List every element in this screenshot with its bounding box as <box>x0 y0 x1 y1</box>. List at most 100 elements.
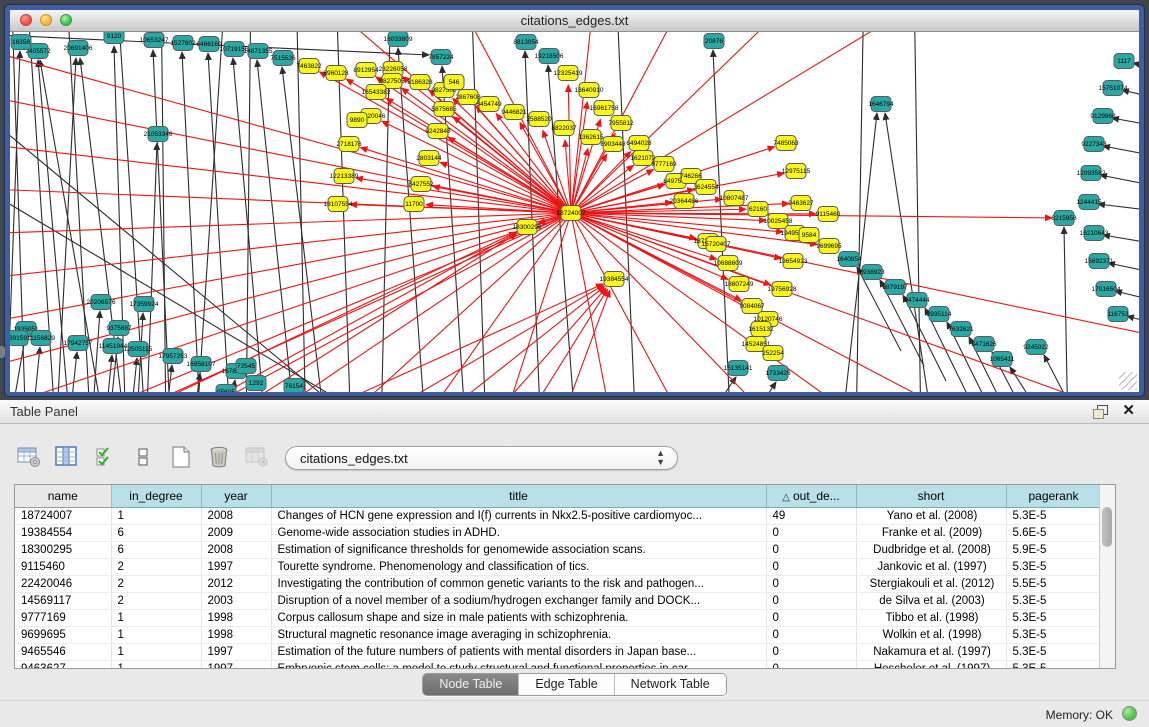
table-cell[interactable]: 5.3E-5 <box>1006 593 1101 610</box>
table-cell[interactable]: 5.3E-5 <box>1006 661 1101 670</box>
graph-node-yellow[interactable]: 20364486 <box>670 194 699 209</box>
graph-node-teal[interactable]: 1065411 <box>990 352 1015 367</box>
table-cell[interactable]: Corpus callosum shape and size in male p… <box>271 610 766 627</box>
table-cell[interactable]: de Silva et al. (2003) <box>856 593 1006 610</box>
edge[interactable] <box>476 288 606 392</box>
graph-node-yellow[interactable]: 9242848 <box>425 124 451 139</box>
graph-node-teal[interactable]: 20691406 <box>64 41 93 56</box>
edge[interactable] <box>713 50 731 392</box>
edge[interactable] <box>226 213 571 392</box>
column-header-pagerank[interactable]: pagerank <box>1006 485 1101 508</box>
table-cell[interactable]: 19384554 <box>15 525 111 542</box>
network-window[interactable]: citations_edges.txt 18724007746382289601… <box>5 5 1144 396</box>
graph-node-teal[interactable]: 1117 <box>1114 54 1134 69</box>
graph-node-yellow[interactable]: 7463822 <box>296 59 322 74</box>
edge[interactable] <box>571 102 587 213</box>
edge[interactable] <box>196 32 226 392</box>
edge[interactable] <box>1010 367 1054 392</box>
table-cell[interactable]: Genome-wide association studies in ADHD. <box>271 525 766 542</box>
graph-node-teal[interactable]: 72545 <box>236 359 256 374</box>
table-row[interactable]: 946554611997Estimation of the future num… <box>15 644 1101 661</box>
graph-node-yellow[interactable]: 8960128 <box>323 66 349 81</box>
edge[interactable] <box>398 48 426 392</box>
graph-node-yellow[interactable]: 12213389 <box>330 169 359 184</box>
table-cell[interactable]: Structural magnetic resonance image aver… <box>271 627 766 644</box>
graph-node-yellow[interactable]: 8912954 <box>353 63 379 78</box>
node-table-grid[interactable]: namein_degreeyeartitle△out_de...shortpag… <box>15 485 1102 669</box>
column-header-in_degree[interactable]: in_degree <box>111 485 201 508</box>
table-cell[interactable]: Estimation of the future numbers of pati… <box>271 644 766 661</box>
table-cell[interactable]: 1997 <box>201 644 271 661</box>
graph-node-yellow[interactable]: 2718176 <box>336 137 362 152</box>
table-cell[interactable]: 1 <box>111 610 201 627</box>
edge[interactable] <box>257 60 296 392</box>
tab-edge-table[interactable]: Edge Table <box>519 674 614 695</box>
table-row[interactable]: 1456911722003Disruption of a novel membe… <box>15 593 1101 610</box>
edge[interactable] <box>1098 204 1139 211</box>
table-cell[interactable]: 2003 <box>201 593 271 610</box>
graph-node-teal[interactable]: 6879197 <box>882 280 908 295</box>
table-cell[interactable]: 14569117 <box>15 593 111 610</box>
table-cell[interactable]: Stergiakouli et al. (2012) <box>856 576 1006 593</box>
table-cell[interactable]: 5.3E-5 <box>1006 627 1101 644</box>
graph-node-yellow[interactable]: 18807249 <box>725 277 754 292</box>
node-table[interactable]: namein_degreeyeartitle△out_de...shortpag… <box>14 484 1116 669</box>
graph-node-yellow[interactable]: 19756928 <box>768 282 797 297</box>
table-cell[interactable]: 1998 <box>201 627 271 644</box>
graph-node-teal[interactable]: 7632621 <box>948 322 974 337</box>
graph-node-teal[interactable]: 9129968 <box>1090 109 1116 124</box>
graph-node-yellow[interactable]: 2588520 <box>526 112 552 127</box>
graph-node-teal[interactable]: 1646794 <box>868 97 894 112</box>
table-cell[interactable]: Tourette syndrome. Phenomenology and cla… <box>271 559 766 576</box>
table-row[interactable]: 1830029562008Estimation of significance … <box>15 542 1101 559</box>
graph-node-teal[interactable]: 9120 <box>104 32 124 44</box>
table-cell[interactable]: 1997 <box>201 661 271 670</box>
table-cell[interactable]: 9699695 <box>15 627 111 644</box>
delete-table-icon[interactable] <box>206 444 232 470</box>
graph-node-yellow[interactable]: 10807487 <box>720 191 749 206</box>
graph-node-teal[interactable]: 9245022 <box>1023 340 1049 355</box>
graph-node-teal[interactable]: 15692371 <box>1085 254 1114 269</box>
graph-node-yellow[interactable]: 9115460 <box>816 207 841 222</box>
new-table-icon[interactable] <box>168 444 194 470</box>
edge[interactable] <box>1103 146 1139 156</box>
graph-node-yellow[interactable]: 8903448 <box>600 137 626 152</box>
table-row[interactable]: 977716911998Corpus callosum shape and si… <box>15 610 1101 627</box>
column-header-name[interactable]: name <box>15 485 111 508</box>
table-cell[interactable]: 5.3E-5 <box>1006 644 1101 661</box>
graph-node-teal[interactable]: 1244415 <box>1076 195 1102 210</box>
graph-node-yellow[interactable]: 18640910 <box>575 83 604 98</box>
graph-node-yellow[interactable]: 8454749 <box>476 97 502 112</box>
table-cell[interactable]: Nakamura et al. (1997) <box>856 644 1006 661</box>
graph-node-yellow[interactable]: 9777169 <box>651 157 677 172</box>
edge[interactable] <box>208 53 231 392</box>
edge[interactable] <box>104 355 112 392</box>
graph-node-teal[interactable]: 1527602 <box>170 36 196 51</box>
network-window-titlebar[interactable]: citations_edges.txt <box>10 10 1139 32</box>
table-cell[interactable]: Jankovic et al. (1997) <box>856 559 1006 576</box>
graph-node-teal[interactable]: 39159 <box>10 331 28 346</box>
graph-node-teal[interactable]: 8938923 <box>859 265 885 280</box>
table-row[interactable]: 911546021997Tourette syndrome. Phenomeno… <box>15 559 1101 576</box>
table-cell[interactable]: 5.5E-5 <box>1006 576 1101 593</box>
table-cell[interactable]: 1998 <box>201 610 271 627</box>
table-cell[interactable]: Tibbo et al. (1998) <box>856 610 1006 627</box>
column-header-year[interactable]: year <box>201 485 271 508</box>
table-row[interactable]: 969969511998Structural magnetic resonanc… <box>15 627 1101 644</box>
graph-node-teal[interactable]: 6471626 <box>971 337 997 352</box>
table-header-row[interactable]: namein_degreeyeartitle△out_de...shortpag… <box>15 485 1101 508</box>
edge[interactable] <box>556 290 610 392</box>
table-cell[interactable]: 0 <box>766 661 856 670</box>
column-header-title[interactable]: title <box>271 485 766 508</box>
select-columns-icon[interactable] <box>92 444 118 470</box>
graph-node-teal[interactable]: 20206576 <box>87 295 116 310</box>
graph-node-teal[interactable]: 16958107 <box>187 357 216 372</box>
edge[interactable] <box>1127 316 1139 324</box>
table-row[interactable]: 1872400712008Changes of HCN gene express… <box>15 508 1101 525</box>
graph-node-teal[interactable]: 15751074 <box>1099 81 1128 96</box>
edge[interactable] <box>885 113 934 392</box>
graph-node-yellow[interactable]: 16961758 <box>590 101 619 116</box>
table-cell[interactable]: 5.3E-5 <box>1006 559 1101 576</box>
graph-node-teal[interactable]: 1292 <box>246 376 266 391</box>
graph-node-teal[interactable]: 12505115 <box>124 342 153 357</box>
